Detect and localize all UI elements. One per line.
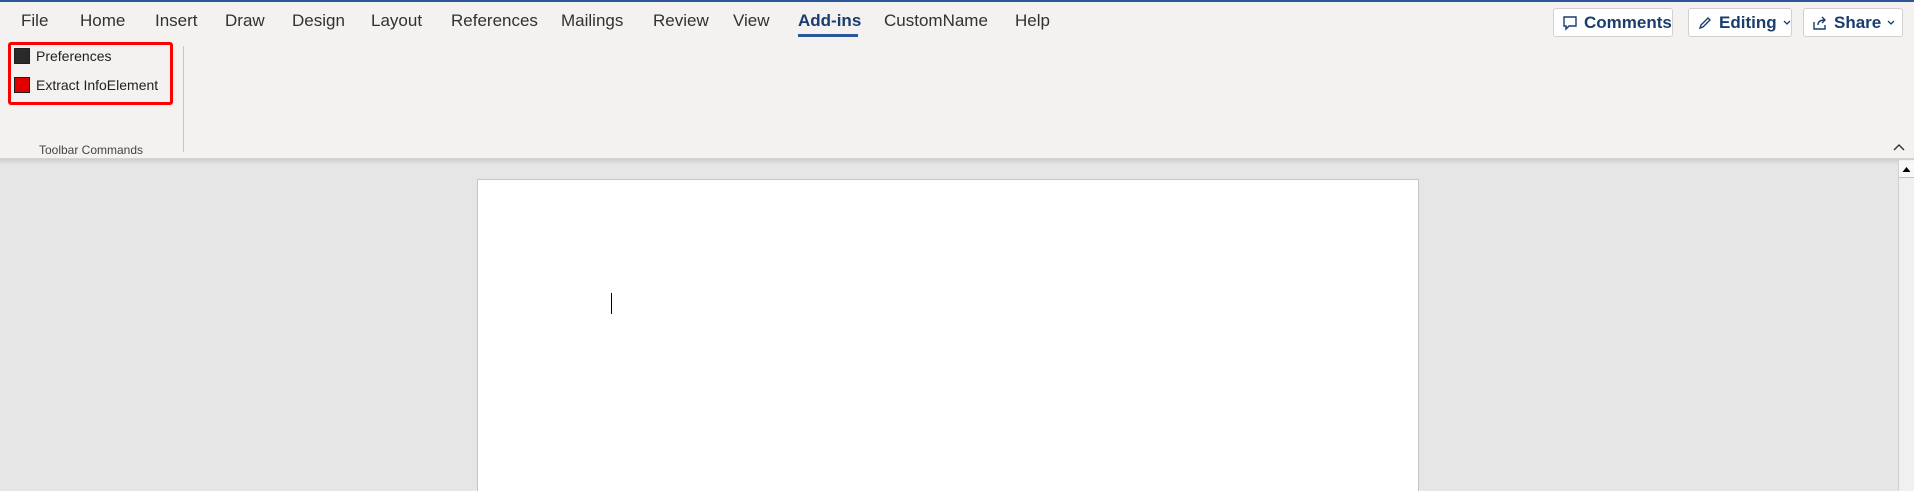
scroll-up-arrow-icon: [1902, 166, 1911, 172]
ribbon-shadow: [0, 159, 1914, 165]
tab-references[interactable]: References: [451, 11, 538, 31]
share-icon: [1813, 16, 1826, 30]
ribbon-tab-bar: File Home Insert Draw Design Layout Refe…: [0, 2, 1914, 41]
share-label: Share: [1834, 12, 1882, 32]
highlight-box: [8, 42, 173, 105]
tab-mailings[interactable]: Mailings: [561, 11, 623, 31]
group-separator: [183, 46, 184, 152]
active-tab-indicator: [798, 34, 858, 37]
vertical-scrollbar[interactable]: [1898, 160, 1914, 491]
tab-add-ins[interactable]: Add-ins: [798, 11, 861, 31]
tab-design[interactable]: Design: [292, 11, 345, 31]
tab-draw[interactable]: Draw: [225, 11, 265, 31]
ribbon-panel: Preferences Extract InfoElement Toolbar …: [0, 41, 1914, 159]
tab-help[interactable]: Help: [1015, 11, 1050, 31]
tab-layout[interactable]: Layout: [371, 11, 422, 31]
comment-icon: [1563, 15, 1577, 31]
scroll-up-button[interactable]: [1899, 161, 1914, 178]
tab-review[interactable]: Review: [653, 11, 709, 31]
comments-label: Comments: [1584, 12, 1672, 32]
tab-customname[interactable]: CustomName: [884, 11, 988, 31]
tab-insert[interactable]: Insert: [155, 11, 198, 31]
share-button[interactable]: Share: [1803, 8, 1903, 37]
comments-button[interactable]: Comments: [1553, 8, 1673, 37]
tab-view[interactable]: View: [733, 11, 770, 31]
chevron-down-icon: [1783, 20, 1791, 25]
chevron-up-icon: [1893, 144, 1905, 151]
tab-home[interactable]: Home: [80, 11, 125, 31]
editing-label: Editing: [1719, 12, 1777, 32]
text-cursor: [611, 293, 612, 314]
tab-file[interactable]: File: [21, 11, 48, 31]
chevron-down-icon: [1887, 20, 1895, 25]
group-label-toolbar-commands: Toolbar Commands: [38, 143, 144, 157]
document-page[interactable]: [477, 179, 1419, 491]
collapse-ribbon-button[interactable]: [1893, 142, 1905, 156]
editing-mode-button[interactable]: Editing: [1688, 8, 1792, 37]
pencil-icon: [1698, 16, 1711, 29]
